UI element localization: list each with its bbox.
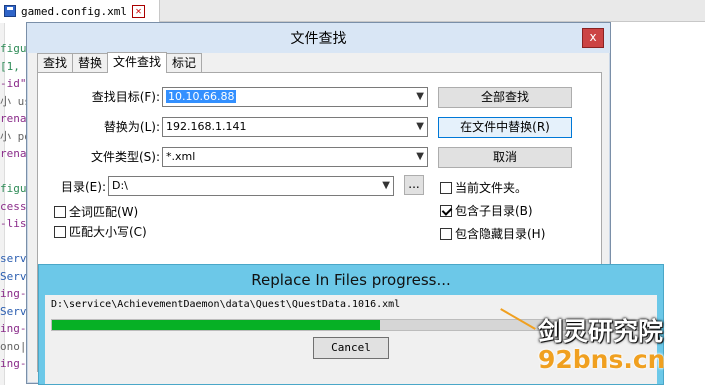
- find-what-value: 10.10.66.88: [166, 90, 237, 103]
- checkbox-box[interactable]: [440, 227, 452, 240]
- replace-with-label: 替换为(L):: [103, 120, 160, 134]
- whole-word-checkbox[interactable]: 全词匹配(W): [54, 203, 138, 220]
- include-subfolders-label: 包含子目录(B): [455, 204, 533, 218]
- editor-tab-label: gamed.config.xml: [21, 4, 127, 18]
- replace-with-value: 192.168.1.141: [166, 120, 247, 133]
- tab-mark[interactable]: 标记: [166, 53, 203, 73]
- current-folder-label: 当前文件夹。: [455, 181, 528, 195]
- editor-tab-gamed-config[interactable]: gamed.config.xml ✕: [0, 0, 160, 22]
- include-subfolders-checkbox[interactable]: 包含子目录(B): [440, 202, 533, 219]
- find-what-combo[interactable]: 10.10.66.88 ▼: [162, 87, 428, 107]
- find-all-button[interactable]: 全部查找: [438, 87, 572, 108]
- chevron-down-icon[interactable]: ▼: [416, 148, 424, 166]
- save-icon: [4, 5, 16, 17]
- progress-dialog-title: Replace In Files progress...: [251, 271, 451, 289]
- find-what-label: 查找目标(F):: [91, 90, 160, 104]
- current-folder-checkbox[interactable]: 当前文件夹。: [440, 179, 527, 196]
- editor-tab-bar: gamed.config.xml ✕: [0, 0, 705, 22]
- chevron-down-icon[interactable]: ▼: [416, 88, 424, 106]
- chevron-down-icon[interactable]: ▼: [416, 118, 424, 136]
- watermark-url: 92bns.cn: [538, 345, 666, 374]
- file-types-combo[interactable]: *.xml ▼: [162, 147, 428, 167]
- close-tab-icon[interactable]: ✕: [131, 4, 145, 18]
- tab-replace[interactable]: 替换: [72, 53, 109, 73]
- cancel-button[interactable]: 取消: [438, 147, 572, 168]
- current-file-path: D:\service\AchievementDaemon\data\Quest\…: [51, 299, 401, 310]
- chevron-down-icon[interactable]: ▼: [382, 177, 390, 195]
- find-dialog-title: 文件查找: [290, 31, 347, 47]
- progress-cancel-button[interactable]: Cancel: [313, 337, 389, 359]
- match-case-checkbox[interactable]: 匹配大小写(C): [54, 223, 147, 240]
- checkbox-box[interactable]: [54, 205, 66, 218]
- progress-bar-fill: [52, 320, 380, 330]
- checkbox-box[interactable]: [440, 181, 452, 194]
- directory-combo[interactable]: D:\ ▼: [108, 176, 394, 196]
- checkbox-box[interactable]: [54, 225, 66, 238]
- find-dialog-titlebar[interactable]: 文件查找 x: [27, 23, 610, 53]
- directory-label: 目录(E):: [61, 180, 106, 194]
- file-types-value: *.xml: [166, 150, 196, 163]
- include-hidden-checkbox[interactable]: 包含隐藏目录(H): [440, 225, 545, 242]
- whole-word-label: 全词匹配(W): [69, 205, 139, 219]
- tab-find[interactable]: 查找: [37, 53, 74, 73]
- file-types-label: 文件类型(S):: [90, 150, 160, 164]
- find-dialog-tabs: 查找 替换 文件查找 标记: [37, 52, 203, 73]
- browse-button[interactable]: ...: [404, 175, 424, 195]
- tab-find-in-files[interactable]: 文件查找: [107, 52, 168, 73]
- checkbox-box-checked[interactable]: [440, 204, 452, 217]
- close-button[interactable]: x: [582, 28, 604, 48]
- replace-in-files-button[interactable]: 在文件中替换(R): [438, 117, 572, 138]
- watermark-text: 剑灵研究院: [538, 317, 664, 346]
- replace-with-combo[interactable]: 192.168.1.141 ▼: [162, 117, 428, 137]
- match-case-label: 匹配大小写(C): [69, 225, 147, 239]
- directory-value: D:\: [112, 179, 128, 192]
- include-hidden-label: 包含隐藏目录(H): [455, 227, 546, 241]
